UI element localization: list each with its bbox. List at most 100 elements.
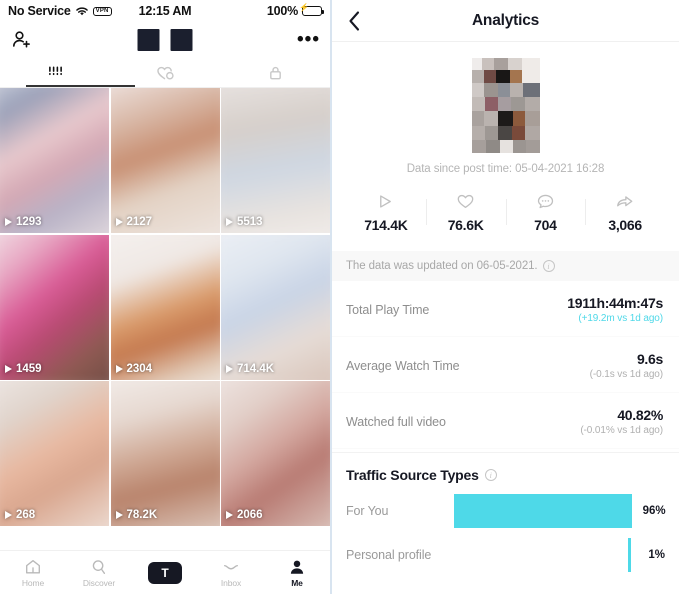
video-view-count: 2304 [115,363,152,375]
heart-lock-icon [156,66,174,80]
comment-icon [537,194,554,209]
metric-value-group: 1911h:44m:47s (+19.2m vs 1d ago) [567,295,663,324]
view-count-label: 78.2K [126,509,158,521]
stat-comments[interactable]: 704 [505,193,586,233]
nav-item-me[interactable]: Me [264,558,330,588]
status-bar-left: No Service VPN [8,4,112,18]
nav-label: Inbox [220,577,242,588]
wifi-icon [75,6,88,15]
info-icon[interactable]: i [542,260,555,272]
video-view-count: 714.4K [226,363,274,375]
video-grid: 1293 2127 5513 1459 2304 714.4K 268 78.2… [0,88,330,526]
username-redacted [137,29,193,51]
play-icon [5,218,12,226]
heart-icon [457,194,474,209]
video-thumbnail-pixelated[interactable] [471,58,540,153]
home-icon [26,559,40,574]
metric-row: Watched full video 40.82% (-0.01% vs 1d … [332,393,679,449]
stat-likes[interactable]: 76.6K [425,193,506,233]
stat-shares[interactable]: 3,066 [585,193,665,233]
traffic-category-label: Personal profile [346,548,432,562]
info-icon[interactable]: i [484,469,497,481]
view-count-label: 5513 [237,216,263,228]
share-icon [617,196,633,207]
nav-label: Home [21,577,45,588]
status-bar: No Service VPN 12:15 AM 100% ⚡ [0,0,330,22]
video-cell[interactable]: 2127 [110,88,220,233]
video-cell[interactable]: 2304 [110,234,220,380]
video-thumbnail [110,88,220,233]
add-user-icon[interactable] [10,28,34,52]
video-thumbnail [0,88,109,233]
nav-item-inbox[interactable]: Inbox [198,558,264,588]
profile-header: ••• [0,22,330,58]
redaction-block [170,29,193,51]
nav-item-home[interactable]: Home [0,558,66,588]
play-icon [226,511,233,519]
play-icon [226,218,233,226]
data-update-banner: The data was updated on 06-05-2021. i [332,251,679,281]
play-icon [380,195,392,208]
more-horizontal-icon[interactable]: ••• [297,30,320,49]
status-bar-right: 100% ⚡ [266,4,324,18]
video-cell[interactable]: 1293 [0,88,109,233]
video-thumbnail [221,234,330,380]
engagement-stats-row: 714.4K 76.6K 704 3,066 [332,193,679,233]
video-cell[interactable]: 1459 [0,234,109,380]
view-count-label: 1459 [16,362,42,375]
play-icon [115,511,123,519]
vpn-badge: VPN [92,6,112,16]
play-icon [115,218,123,226]
battery-percent-label: 100% [266,4,298,18]
analytics-panel: Analytics Data since post time: 05-04-20… [332,0,679,594]
nav-item-create[interactable]: T [132,561,198,584]
play-icon [5,511,12,519]
stat-value: 76.6K [447,217,484,233]
metric-value: 9.6s [636,351,663,367]
video-thumbnail [110,234,220,380]
chevron-left-icon[interactable] [348,10,361,31]
video-view-count: 78.2K [115,509,158,521]
video-cell[interactable]: 2066 [221,381,330,526]
tab-private[interactable] [220,58,330,87]
stat-value: 714.4K [364,217,408,233]
profile-icon [290,560,304,574]
view-count-label: 2127 [126,216,153,228]
tab-grid[interactable] [0,58,110,87]
analytics-header: Analytics [332,0,679,42]
video-view-count: 1459 [5,363,42,375]
lock-icon [269,66,281,79]
metric-value: 1911h:44m:47s [567,295,663,311]
screen-root: No Service VPN 12:15 AM 100% ⚡ ••• 1293 … [0,0,679,594]
video-cell[interactable]: 268 [0,381,109,526]
traffic-value-label: 1% [648,549,665,561]
traffic-section-title: Traffic Source Types [346,467,479,483]
video-cell[interactable]: 714.4K [221,234,330,380]
nav-item-discover[interactable]: Discover [66,558,132,588]
metric-value-group: 9.6s (-0.1s vs 1d ago) [590,351,664,380]
video-cell[interactable]: 5513 [221,88,330,233]
traffic-bar-track [454,494,632,528]
video-view-count: 1293 [5,216,42,228]
tab-liked[interactable] [110,58,220,87]
video-view-count: 268 [5,509,35,521]
traffic-bar [454,494,632,528]
metric-value-group: 40.82% (-0.01% vs 1d ago) [580,407,663,436]
video-view-count: 2127 [115,216,153,228]
metric-delta: (+19.2m vs 1d ago) [578,313,663,324]
stat-plays[interactable]: 714.4K [346,193,426,233]
tiktok-profile-panel: No Service VPN 12:15 AM 100% ⚡ ••• 1293 … [0,0,330,594]
video-cell[interactable]: 78.2K [110,381,220,526]
video-thumbnail [0,234,109,380]
traffic-bar-row: Personal profile 1% [332,533,679,577]
view-count-label: 714.4K [237,362,275,375]
metric-delta: (-0.01% vs 1d ago) [580,425,663,436]
metric-row: Total Play Time 1911h:44m:47s (+19.2m vs… [332,281,679,337]
metric-label: Total Play Time [346,302,430,317]
bottom-navigation: Home Discover T Inbox Me [0,550,330,594]
stat-value: 704 [534,217,557,233]
create-video-icon: T [145,561,185,584]
traffic-value-label: 96% [642,505,666,517]
video-view-count: 5513 [226,216,263,228]
play-icon [226,364,233,373]
